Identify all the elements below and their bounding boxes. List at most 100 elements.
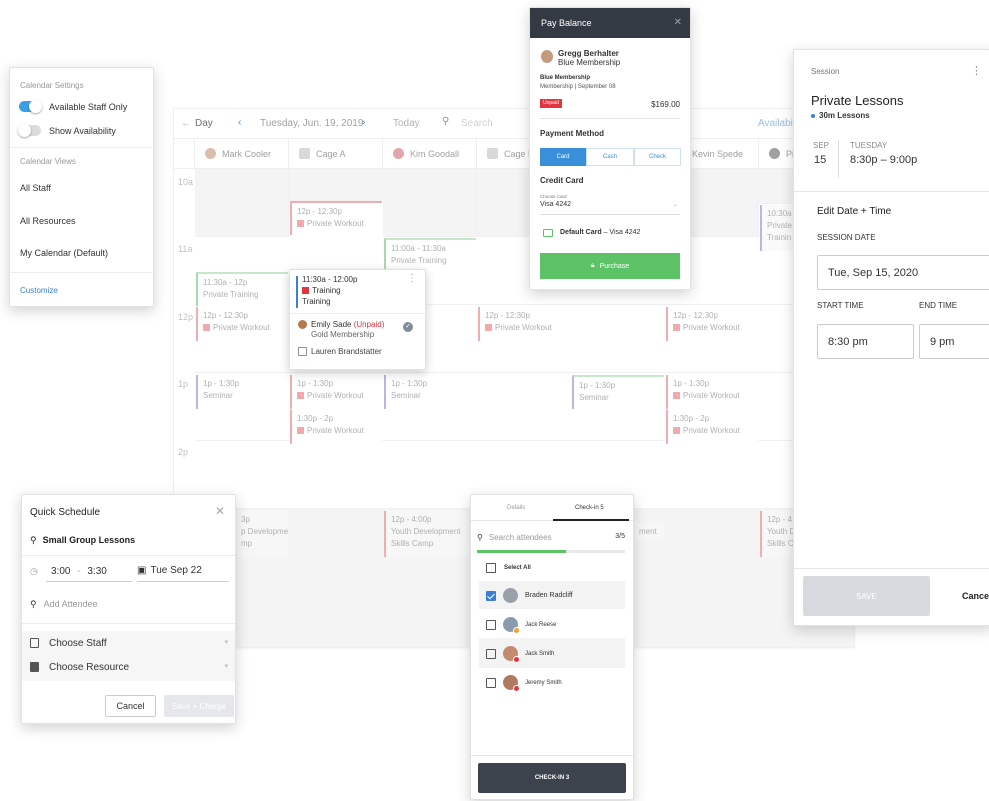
view-all-resources[interactable]: All Resources xyxy=(20,216,76,226)
time-range[interactable]: 3:00 - 3:30 xyxy=(51,566,107,577)
date-picker[interactable]: ▣ Tue Sep 22 xyxy=(137,565,202,576)
cancel-button[interactable]: Cancel xyxy=(962,591,989,601)
session-date-field[interactable]: Tue, Sep 15, 2020 xyxy=(817,255,989,290)
select-all[interactable]: Select All xyxy=(486,563,531,573)
divider xyxy=(794,568,989,569)
calendar-event[interactable]: ment xyxy=(634,523,664,539)
hour-label: 11a xyxy=(178,244,193,254)
method-check-button[interactable]: Check xyxy=(634,148,681,166)
add-attendee-input[interactable]: ⚲ Add Attendee xyxy=(30,599,98,610)
calendar-toolbar: ← Day ‹ Tuesday, Jun. 19, 2019 › Today ⚲… xyxy=(174,109,854,139)
availability-link[interactable]: Availabi xyxy=(758,118,793,129)
calendar-event[interactable]: 1:30p - 2p Private Workout xyxy=(666,410,758,444)
checkbox[interactable] xyxy=(486,590,496,601)
save-button[interactable]: SAVE xyxy=(803,576,930,616)
attendee-row[interactable]: Jeremy Smith xyxy=(486,675,562,692)
toggle-available-staff[interactable]: Available Staff Only xyxy=(19,100,127,113)
checkbox[interactable] xyxy=(486,563,496,573)
progress-fill xyxy=(477,550,566,553)
cancel-button[interactable]: Cancel xyxy=(105,695,156,717)
resource-icon xyxy=(299,148,310,159)
checkbox[interactable] xyxy=(486,648,496,659)
method-cash-button[interactable]: Cash xyxy=(586,148,634,166)
back-arrow-icon[interactable]: ← xyxy=(181,118,191,129)
staff-header-cage-a[interactable]: Cage A xyxy=(289,139,383,169)
method-card-button[interactable]: Card xyxy=(540,148,586,166)
event-popover[interactable]: 11:30a - 12:00p Training Training ⋮ Emil… xyxy=(289,269,426,370)
calendar-event[interactable]: 11:30a - 12p Private Training xyxy=(196,272,288,306)
toggle-switch[interactable] xyxy=(19,100,42,113)
staff-placeholder: Choose Staff xyxy=(49,638,107,649)
check-circle-icon[interactable]: ✓ xyxy=(403,322,413,332)
session-title: Private Lessons xyxy=(811,93,904,108)
calendar-event[interactable]: 12p - 12:30p Private Workout xyxy=(478,307,570,341)
workout-icon xyxy=(673,427,680,434)
check-in-progress xyxy=(477,550,625,553)
tab-details[interactable]: Details xyxy=(507,505,525,511)
choose-resource-select[interactable]: Choose Resource ▾ xyxy=(30,662,228,673)
card-select[interactable]: Visa 4242 ⌄ xyxy=(540,201,680,215)
calendar-event[interactable]: 1p - 1:30p Private Workout xyxy=(290,375,382,409)
today-button[interactable]: Today xyxy=(393,118,420,129)
purchase-button[interactable]: 🔒︎ Purchase xyxy=(540,253,680,279)
calendar-search[interactable]: Search xyxy=(461,118,493,129)
client-name[interactable]: Emily Sade xyxy=(311,320,351,329)
search-icon: ⚲ xyxy=(30,535,37,545)
search-icon[interactable]: ⚲ xyxy=(442,116,449,127)
start-time-label: START TIME xyxy=(817,301,864,310)
view-select[interactable]: Day xyxy=(195,118,213,129)
tab-check-in[interactable]: Check-in 5 xyxy=(575,505,604,511)
calendar-event[interactable]: 3p p Development mp xyxy=(236,511,288,557)
calendar-event[interactable]: 1p - 1:30p Seminar xyxy=(196,375,288,409)
attendee-search[interactable]: ⚲ Search attendees xyxy=(477,533,552,542)
end-time[interactable]: 3:30 xyxy=(87,566,106,577)
calendar-event[interactable]: 1p - 1:30p Seminar xyxy=(384,375,476,409)
default-card-value: – Visa 4242 xyxy=(603,229,641,236)
service-select[interactable]: ⚲ Small Group Lessons xyxy=(30,535,135,546)
end-time-field[interactable]: 9 pm xyxy=(919,324,989,359)
customize-link[interactable]: Customize xyxy=(20,286,58,295)
quick-schedule-modal: Quick Schedule ✕ ⚲ Small Group Lessons ◷ … xyxy=(21,494,236,724)
toggle-switch[interactable] xyxy=(18,124,41,137)
divider xyxy=(137,581,229,582)
staff-header-mark[interactable]: Mark Cooler xyxy=(195,139,289,169)
calendar-event[interactable]: 12p - 4:00p Youth Development Skills Camp xyxy=(384,511,476,557)
divider xyxy=(838,140,839,178)
calendar-date[interactable]: Tuesday, Jun. 19, 2019 xyxy=(260,118,363,129)
more-options-icon[interactable]: ⋮ xyxy=(407,274,417,284)
calendar-event[interactable]: 1:30p - 2p Private Workout xyxy=(290,410,382,444)
calendar-event[interactable]: 1p - 1:30p Seminar xyxy=(572,375,664,409)
calendar-event[interactable]: 12p - 12:30p Private Workout xyxy=(196,307,288,341)
grid-cell[interactable] xyxy=(289,169,383,201)
divider xyxy=(22,623,235,624)
close-icon[interactable]: ✕ xyxy=(215,504,225,518)
save-charge-button[interactable]: Save + Charge xyxy=(164,695,234,717)
start-time[interactable]: 3:00 xyxy=(51,566,70,577)
calendar-event[interactable]: 12p - 12:30p Private Workout xyxy=(666,307,758,341)
toggle-show-availability[interactable]: Show Availability xyxy=(18,124,116,137)
more-options-icon[interactable]: ⋮ xyxy=(971,64,982,77)
attendee-row[interactable]: Jack Reese xyxy=(486,617,556,634)
view-my-calendar[interactable]: My Calendar (Default) xyxy=(20,248,108,258)
checkbox[interactable] xyxy=(486,619,496,630)
divider xyxy=(10,272,153,273)
calendar-event[interactable]: 11:00a - 11:30a Private Training xyxy=(384,238,476,272)
checkbox[interactable] xyxy=(486,677,496,688)
staff-header-kim[interactable]: Kim Goodall xyxy=(383,139,477,169)
attendee-row[interactable]: Jack Smith xyxy=(486,646,554,663)
client-avatar xyxy=(298,320,307,329)
choose-staff-select[interactable]: Choose Staff ▾ xyxy=(30,638,228,649)
start-time-field[interactable]: 8:30 pm xyxy=(817,324,914,359)
next-day-icon[interactable]: › xyxy=(362,117,365,128)
close-icon[interactable]: ✕ xyxy=(674,17,682,28)
calendar-event[interactable]: 12p - 12:30p Private Workout xyxy=(290,201,382,235)
view-all-staff[interactable]: All Staff xyxy=(20,183,51,193)
attendee-placeholder: Add Attendee xyxy=(43,599,98,609)
grid-cell[interactable] xyxy=(195,169,289,237)
check-in-button[interactable]: CHECK-IN 3 xyxy=(478,763,626,793)
prev-day-icon[interactable]: ‹ xyxy=(238,117,241,128)
event-title: Private Workout xyxy=(213,323,270,332)
grid-cell[interactable] xyxy=(383,169,477,237)
calendar-event[interactable]: 1p - 1:30p Private Workout xyxy=(666,375,758,409)
attendee-row[interactable]: Braden Radcliff xyxy=(486,588,573,603)
